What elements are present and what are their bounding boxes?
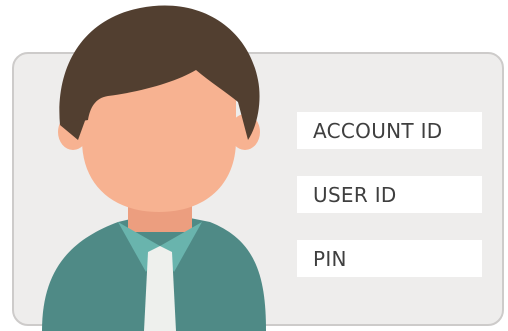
pin-label: PIN xyxy=(313,246,347,271)
pin-field: PIN xyxy=(297,240,482,277)
account-id-field: ACCOUNT ID xyxy=(297,112,482,149)
user-id-field: USER ID xyxy=(297,176,482,213)
account-card-illustration: ACCOUNT ID USER ID PIN xyxy=(0,0,508,331)
person-avatar-icon xyxy=(42,5,266,331)
user-id-label: USER ID xyxy=(313,182,397,207)
account-id-label: ACCOUNT ID xyxy=(313,118,443,143)
shirt xyxy=(144,246,176,331)
